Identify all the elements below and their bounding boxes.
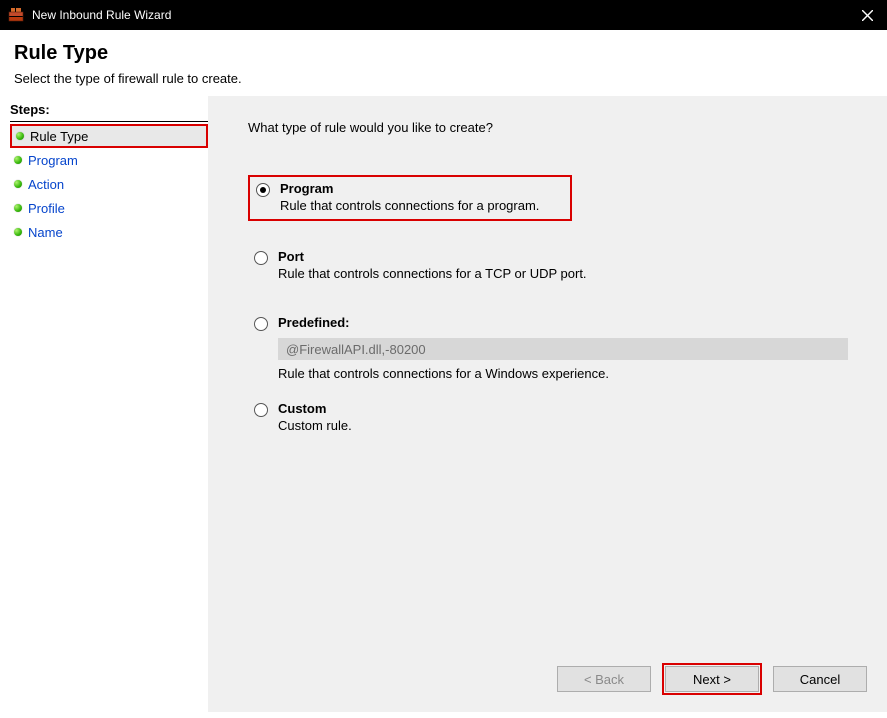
option-program-body: Program Rule that controls connections f… — [280, 181, 564, 213]
steps-sidebar: Steps: Rule Type Program Action Profile … — [0, 96, 208, 712]
option-port-body: Port Rule that controls connections for … — [278, 249, 853, 281]
radio-predefined[interactable] — [254, 317, 268, 331]
step-label: Name — [28, 225, 63, 240]
option-predefined-title: Predefined: — [278, 315, 853, 330]
radio-port[interactable] — [254, 251, 268, 265]
predefined-dropdown[interactable]: @FirewallAPI.dll,-80200 — [278, 338, 848, 360]
titlebar: New Inbound Rule Wizard — [0, 0, 887, 30]
cancel-button[interactable]: Cancel — [773, 666, 867, 692]
step-profile[interactable]: Profile — [10, 196, 208, 220]
step-label: Rule Type — [30, 129, 88, 144]
radio-custom[interactable] — [254, 403, 268, 417]
option-program-desc: Rule that controls connections for a pro… — [280, 198, 564, 213]
step-program[interactable]: Program — [10, 148, 208, 172]
main-pane: What type of rule would you like to crea… — [208, 96, 887, 712]
page-title: Rule Type — [14, 42, 873, 65]
step-bullet-icon — [14, 156, 22, 164]
wizard-body: Steps: Rule Type Program Action Profile … — [0, 96, 887, 712]
option-program-title: Program — [280, 181, 564, 196]
step-label: Action — [28, 177, 64, 192]
page-subtitle: Select the type of firewall rule to crea… — [14, 71, 873, 86]
step-bullet-icon — [14, 180, 22, 188]
rule-type-question: What type of rule would you like to crea… — [248, 120, 859, 135]
option-custom[interactable]: Custom Custom rule. — [248, 397, 859, 439]
step-rule-type[interactable]: Rule Type — [10, 124, 208, 148]
page-header: Rule Type Select the type of firewall ru… — [0, 30, 887, 96]
step-bullet-icon — [14, 204, 22, 212]
window-title: New Inbound Rule Wizard — [32, 8, 855, 22]
option-port-desc: Rule that controls connections for a TCP… — [278, 266, 853, 281]
back-button: < Back — [557, 666, 651, 692]
firewall-icon — [8, 7, 24, 23]
step-action[interactable]: Action — [10, 172, 208, 196]
option-port-title: Port — [278, 249, 853, 264]
steps-label: Steps: — [10, 102, 208, 122]
option-custom-desc: Custom rule. — [278, 418, 853, 433]
wizard-footer: < Back Next > Cancel — [557, 666, 867, 692]
step-bullet-icon — [14, 228, 22, 236]
option-predefined[interactable]: Predefined: @FirewallAPI.dll,-80200 Rule… — [248, 311, 859, 387]
option-predefined-body: Predefined: @FirewallAPI.dll,-80200 Rule… — [278, 315, 853, 381]
close-button[interactable] — [855, 3, 879, 27]
step-name[interactable]: Name — [10, 220, 208, 244]
option-predefined-desc: Rule that controls connections for a Win… — [278, 366, 853, 381]
option-port[interactable]: Port Rule that controls connections for … — [248, 245, 859, 287]
radio-program[interactable] — [256, 183, 270, 197]
option-custom-body: Custom Custom rule. — [278, 401, 853, 433]
step-label: Program — [28, 153, 78, 168]
step-bullet-icon — [16, 132, 24, 140]
option-custom-title: Custom — [278, 401, 853, 416]
close-icon — [862, 10, 873, 21]
option-program[interactable]: Program Rule that controls connections f… — [248, 175, 572, 221]
next-button[interactable]: Next > — [665, 666, 759, 692]
step-label: Profile — [28, 201, 65, 216]
